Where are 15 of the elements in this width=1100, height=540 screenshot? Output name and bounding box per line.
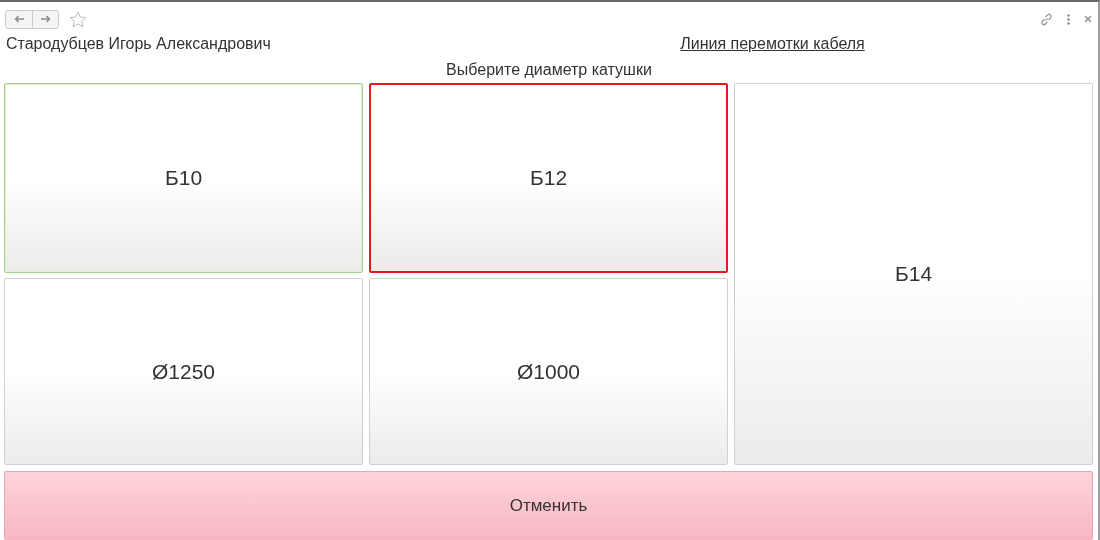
left-arrow-icon: [13, 15, 25, 23]
more-icon[interactable]: [1067, 13, 1070, 25]
link-icon[interactable]: [1040, 12, 1053, 26]
reel-button[interactable]: Б10: [4, 83, 363, 273]
reel-button[interactable]: Ø1250: [4, 278, 363, 465]
close-icon[interactable]: [1084, 15, 1092, 23]
prompt-text: Выберите диаметр катушки: [446, 61, 652, 79]
reel-button[interactable]: Б12: [369, 83, 728, 273]
reel-button[interactable]: Ø1000: [369, 278, 728, 465]
right-arrow-icon: [40, 15, 51, 23]
cancel-button[interactable]: Отменить: [4, 471, 1093, 540]
line-link[interactable]: Линия перемотки кабеля: [680, 35, 865, 53]
star-icon[interactable]: [69, 10, 87, 28]
user-name: Стародубцев Игорь Александрович: [6, 35, 271, 53]
reel-button[interactable]: Б14: [734, 83, 1093, 465]
